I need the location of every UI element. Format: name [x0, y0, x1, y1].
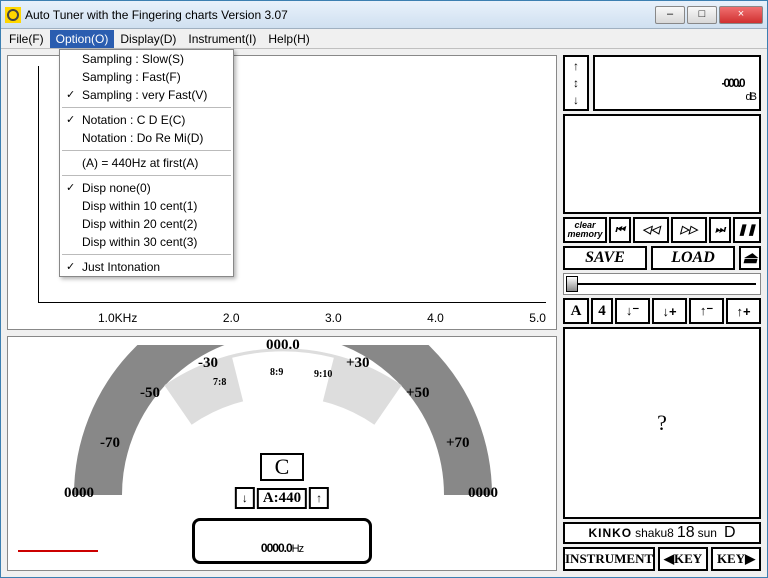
- meter-left-0000: 0000: [64, 485, 94, 502]
- opt-a440[interactable]: (A) = 440Hz at first(A): [60, 154, 233, 172]
- opt-sampling-slow[interactable]: Sampling : Slow(S): [60, 50, 233, 68]
- key-prev-button[interactable]: ◀KEY: [658, 547, 708, 571]
- option-dropdown: Sampling : Slow(S) Sampling : Fast(F) Sa…: [59, 49, 234, 277]
- load-button[interactable]: LOAD: [651, 246, 735, 270]
- menu-option[interactable]: Option(O): [50, 30, 115, 48]
- clear-memory-button[interactable]: clear memory: [563, 217, 607, 243]
- meter-top-label: 000.0: [266, 337, 300, 354]
- menu-display[interactable]: Display(D): [114, 30, 182, 48]
- opt-notation-doremi[interactable]: Notation : Do Re Mi(D): [60, 129, 233, 147]
- spectrum-tick: 5.0: [529, 311, 546, 325]
- readout-up-button[interactable]: ↑: [565, 57, 587, 74]
- readout-down-button[interactable]: ↓: [565, 92, 587, 109]
- spectrum-tick: 2.0: [223, 311, 240, 325]
- note-display: C: [260, 453, 304, 481]
- instrument-button[interactable]: INSTRUMENT: [563, 547, 655, 571]
- pitch-up-minus-button[interactable]: ↑⁻: [689, 298, 724, 324]
- opt-disp-20[interactable]: Disp within 20 cent(2): [60, 215, 233, 233]
- meter-ratio-89: 8:9: [270, 367, 283, 378]
- graph-box: [563, 114, 761, 214]
- meter-m50: -50: [140, 385, 160, 402]
- pitch-down-plus-button[interactable]: ↓+: [652, 298, 687, 324]
- window-title: Auto Tuner with the Fingering charts Ver…: [25, 8, 653, 22]
- spectrum-tick: 1.0KHz: [98, 311, 137, 325]
- menu-help[interactable]: Help(H): [262, 30, 315, 48]
- forward-end-button[interactable]: ⏭: [709, 217, 731, 243]
- rewind-start-button[interactable]: ⏮: [609, 217, 631, 243]
- fingering-display: ?: [563, 327, 761, 519]
- rewind-button[interactable]: ◁◁: [633, 217, 669, 243]
- meter-ratio-78: 7:8: [213, 377, 226, 388]
- pitch-down-minus-button[interactable]: ↓⁻: [615, 298, 650, 324]
- spectrum-tick: 4.0: [427, 311, 444, 325]
- menu-file[interactable]: File(F): [3, 30, 50, 48]
- opt-disp-30[interactable]: Disp within 30 cent(3): [60, 233, 233, 251]
- pause-button[interactable]: ❚❚: [733, 217, 761, 243]
- meter-p70: +70: [446, 435, 470, 452]
- a440-down-button[interactable]: ↓: [235, 487, 255, 509]
- readout-mid-button[interactable]: ↕: [565, 74, 587, 91]
- a-octave: 4: [591, 298, 613, 324]
- pitch-up-plus-button[interactable]: ↑+: [726, 298, 761, 324]
- meter-right-0000: 0000: [468, 485, 498, 502]
- maximize-button[interactable]: □: [687, 6, 717, 24]
- spectrum-tick: 3.0: [325, 311, 342, 325]
- meter-p50: +50: [406, 385, 430, 402]
- volume-slider[interactable]: [563, 273, 761, 295]
- opt-sampling-fast[interactable]: Sampling : Fast(F): [60, 68, 233, 86]
- opt-sampling-vfast[interactable]: Sampling : very Fast(V): [60, 86, 233, 104]
- a440-up-button[interactable]: ↑: [309, 487, 329, 509]
- a-label: A: [563, 298, 589, 324]
- eject-button[interactable]: ⏏: [739, 246, 761, 270]
- opt-disp-none[interactable]: Disp none(0): [60, 179, 233, 197]
- instrument-info: KINKO shaku8 18sun D: [563, 522, 761, 544]
- forward-button[interactable]: ▷▷: [671, 217, 707, 243]
- tuner-meter: 000.0 -30 +30 -50 +50 -70 +70 0000 0000 …: [7, 336, 557, 571]
- opt-disp-10[interactable]: Disp within 10 cent(1): [60, 197, 233, 215]
- meter-ratio-910: 9:10: [314, 369, 332, 380]
- meter-m70: -70: [100, 435, 120, 452]
- key-next-button[interactable]: KEY▶: [711, 547, 761, 571]
- red-marker: [18, 550, 98, 552]
- a440-value: A:440: [257, 488, 307, 509]
- menu-instrument[interactable]: Instrument(I): [182, 30, 262, 48]
- hz-display: 0000.0Hz: [192, 518, 372, 564]
- menu-bar: File(F) Option(O) Display(D) Instrument(…: [1, 29, 767, 49]
- close-button[interactable]: ×: [719, 6, 763, 24]
- app-icon: [5, 7, 21, 23]
- minimize-button[interactable]: –: [655, 6, 685, 24]
- opt-notation-cde[interactable]: Notation : C D E(C): [60, 111, 233, 129]
- meter-p30: +30: [346, 355, 370, 372]
- save-button[interactable]: SAVE: [563, 246, 647, 270]
- db-display: -000.0dB: [593, 55, 761, 111]
- meter-m30: -30: [198, 355, 218, 372]
- opt-just-intonation[interactable]: Just Intonation: [60, 258, 233, 276]
